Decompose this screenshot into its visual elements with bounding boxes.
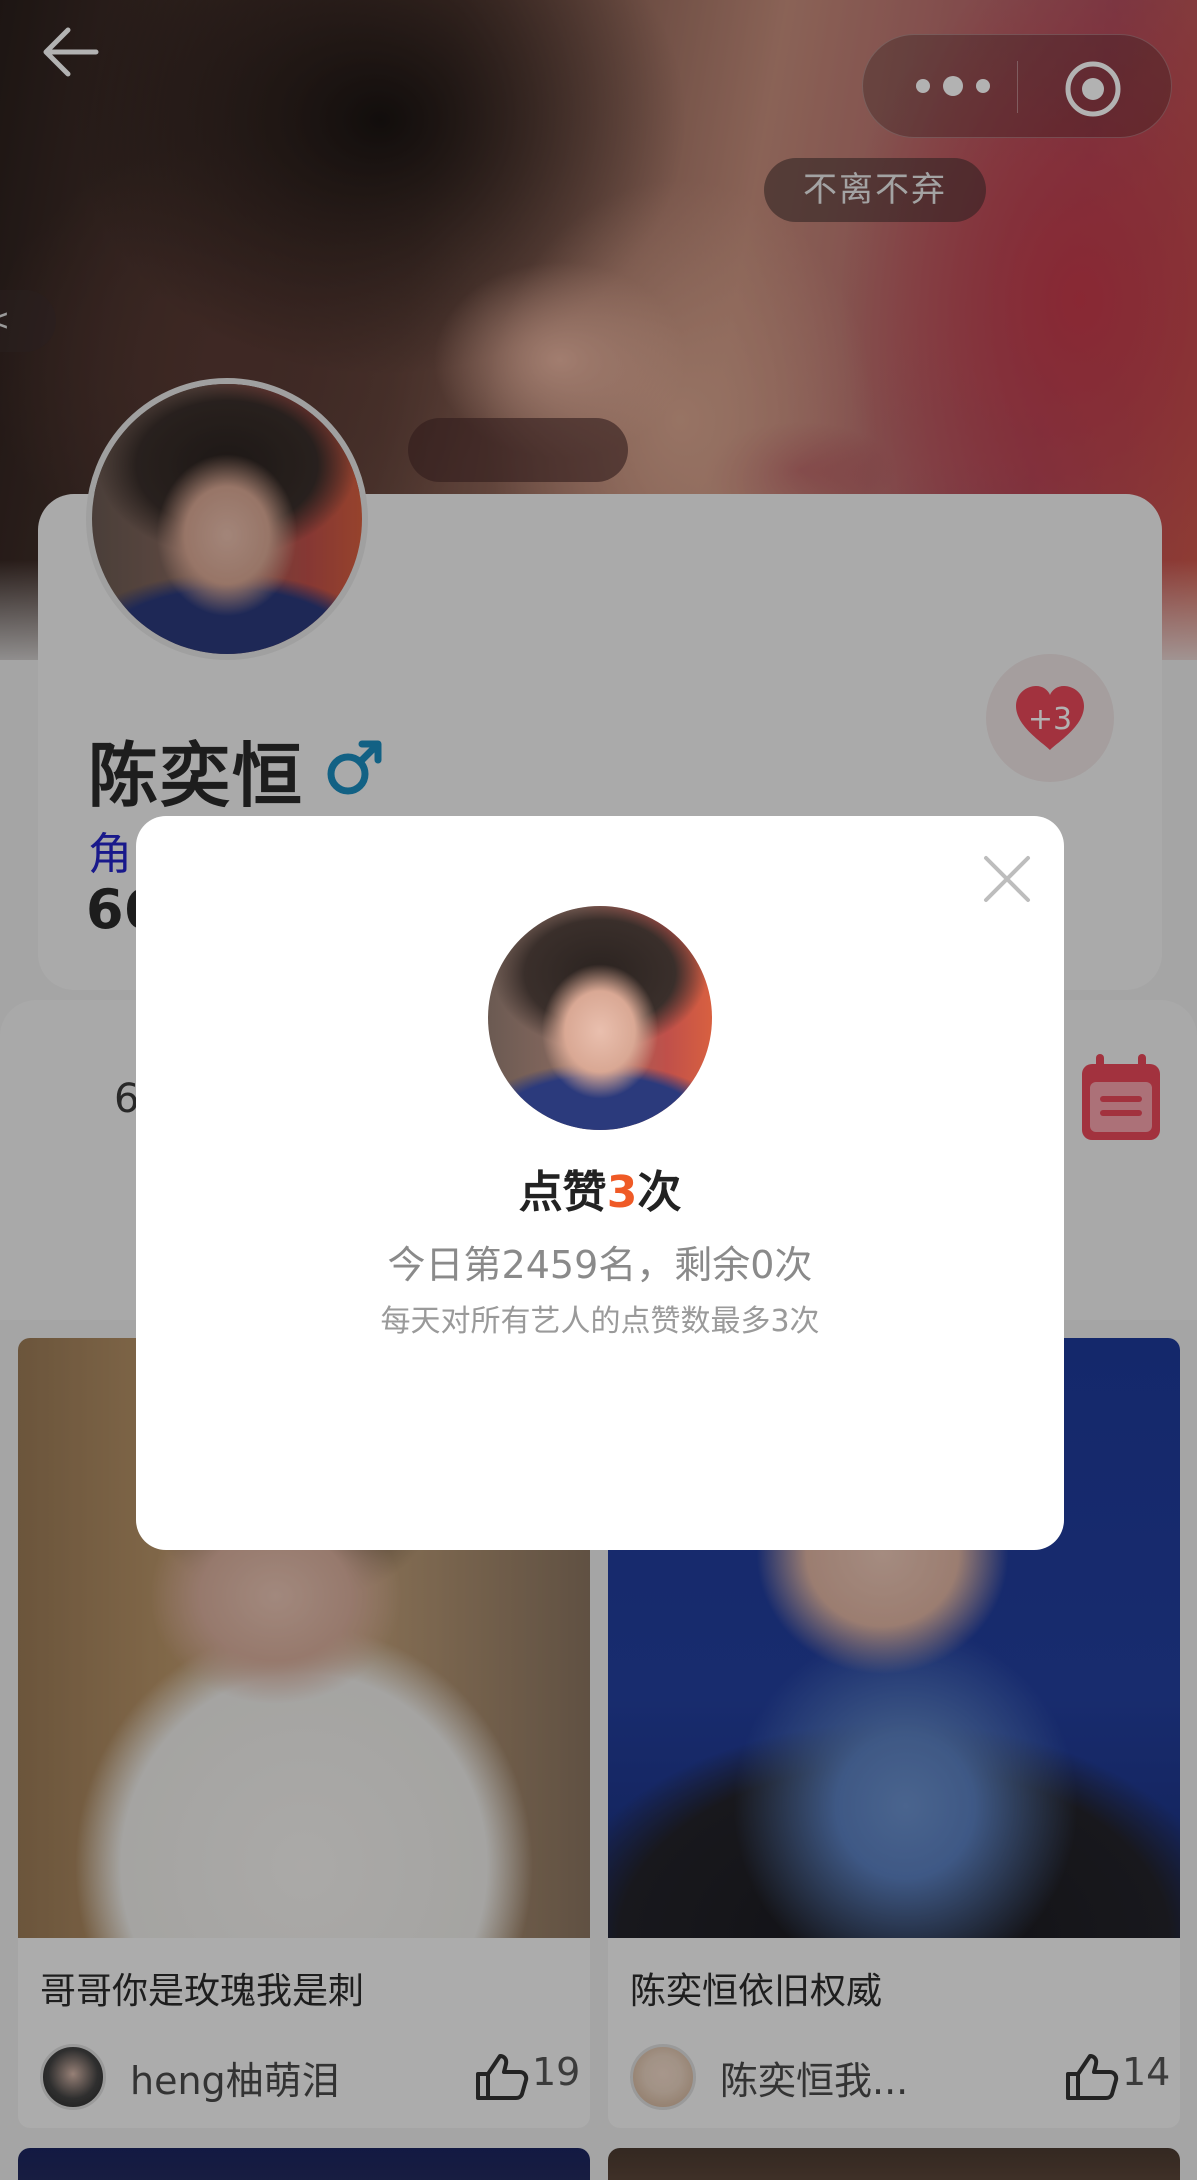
dialog-title: 点赞3次 — [136, 1156, 1064, 1220]
close-button[interactable] — [978, 850, 1036, 908]
close-icon — [984, 856, 1030, 902]
like-count-highlight: 3 — [606, 1167, 638, 1218]
title-prefix: 点赞 — [518, 1167, 607, 1218]
rank-text: 今日第2459名，剩余0次 — [387, 1243, 813, 1287]
title-suffix: 次 — [637, 1167, 682, 1218]
dialog-avatar — [488, 906, 712, 1130]
limit-hint: 每天对所有艺人的点赞数最多3次 — [380, 1304, 820, 1339]
like-result-dialog: 点赞3次 今日第2459名，剩余0次 每天对所有艺人的点赞数最多3次 — [136, 816, 1064, 1550]
avatar-image — [488, 906, 712, 1130]
